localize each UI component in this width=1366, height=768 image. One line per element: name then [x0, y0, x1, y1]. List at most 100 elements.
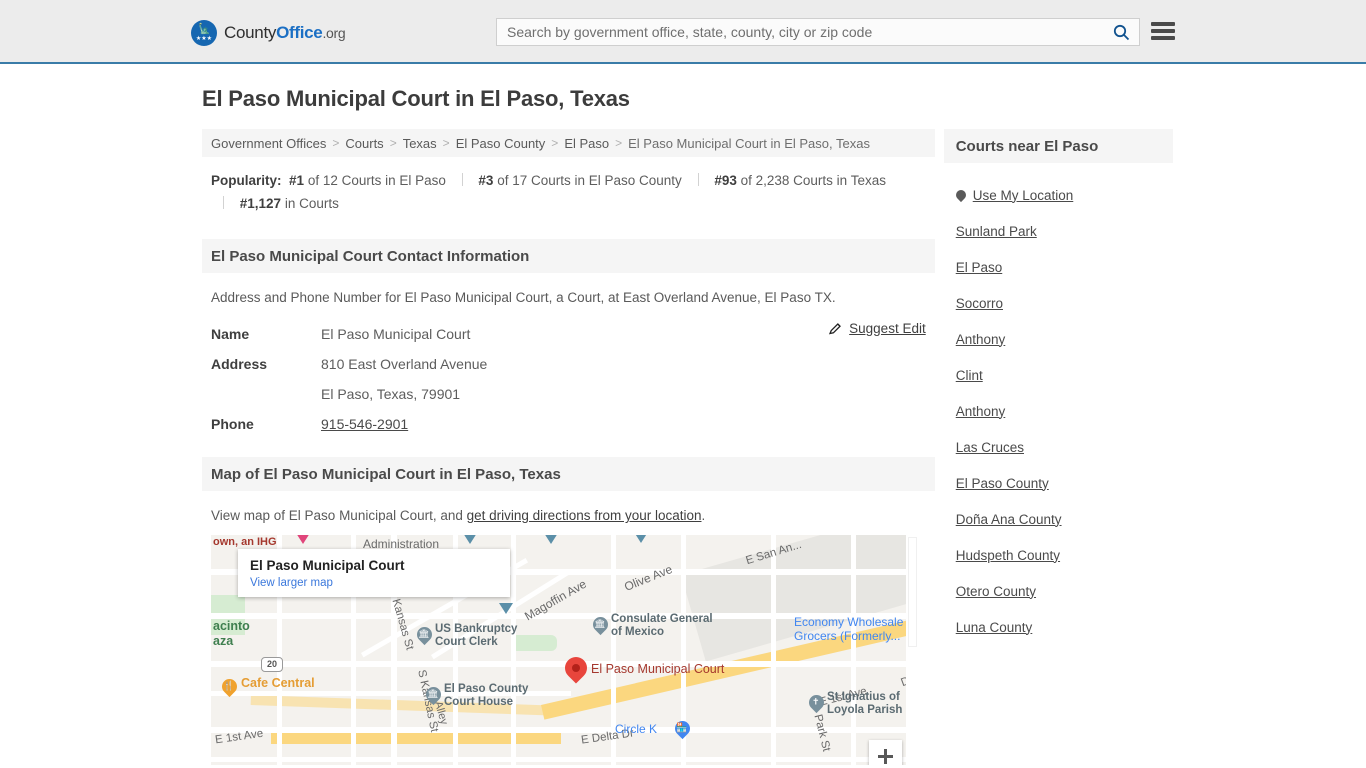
- logo-text-org: .org: [322, 25, 346, 41]
- map-triangle-marker: [499, 603, 513, 614]
- sidebar-item-las-cruces[interactable]: Las Cruces: [956, 429, 1161, 465]
- contact-value-address-line1: 810 East Overland Avenue: [321, 356, 488, 372]
- contact-row-address-line2: El Paso, Texas, 79901: [211, 379, 926, 409]
- map-triangle-marker: [463, 535, 477, 544]
- map-marker-label-el-paso-municipal-court: El Paso Municipal Court: [591, 662, 725, 676]
- map-road: [211, 757, 919, 762]
- map-section-description: View map of El Paso Municipal Court, and…: [202, 491, 935, 523]
- contact-label-address: Address: [211, 356, 268, 372]
- sidebar-link-11[interactable]: Luna County: [956, 620, 1033, 635]
- breadcrumb-item-0[interactable]: Government Offices: [211, 136, 326, 151]
- breadcrumb-separator: >: [551, 136, 559, 150]
- contact-section-heading: El Paso Municipal Court Contact Informat…: [202, 239, 935, 273]
- popularity-divider: [461, 173, 463, 186]
- search-button[interactable]: [1103, 19, 1139, 45]
- sidebar-link-9[interactable]: Hudspeth County: [956, 548, 1060, 563]
- breadcrumb: Government Offices > Courts > Texas > El…: [202, 129, 935, 157]
- popularity-divider: [697, 173, 699, 186]
- sidebar-link-2[interactable]: Socorro: [956, 296, 1003, 311]
- map-triangle-marker: [544, 535, 558, 544]
- sidebar-link-5[interactable]: Anthony: [956, 404, 1006, 419]
- popularity-item-3: #1,127 in Courts: [240, 196, 339, 211]
- sidebar-link-10[interactable]: Otero County: [956, 584, 1036, 599]
- sidebar-link-6[interactable]: Las Cruces: [956, 440, 1024, 455]
- site-logo[interactable]: 🗽 ★★★ CountyOffice.org: [191, 20, 346, 46]
- popularity-rank-3: #1,127: [239, 196, 282, 211]
- sidebar-link-8[interactable]: Doña Ana County: [956, 512, 1062, 527]
- contact-section-description: Address and Phone Number for El Paso Mun…: [211, 290, 836, 305]
- popularity-item-2: #93 of 2,238 Courts in Texas: [714, 173, 886, 188]
- map-zoom-in-button[interactable]: [869, 740, 902, 765]
- search-input[interactable]: [497, 19, 1103, 45]
- map-widget[interactable]: own, an IHG Administration acinto aza Ma…: [211, 535, 919, 765]
- contact-row-address: Address 810 East Overland Avenue: [211, 349, 926, 379]
- sidebar-item-otero-county[interactable]: Otero County: [956, 573, 1161, 609]
- logo-text-office: Office: [276, 23, 323, 42]
- popularity-text-1: of 17 Courts in El Paso County: [493, 173, 682, 188]
- edit-pencil-icon: [829, 323, 842, 335]
- sidebar-list: Use My Location Sunland Park El Paso Soc…: [944, 163, 1173, 645]
- breadcrumb-separator: >: [615, 136, 623, 150]
- search-bar[interactable]: [496, 18, 1140, 46]
- hamburger-menu-icon[interactable]: [1151, 20, 1175, 42]
- sidebar-item-luna-county[interactable]: Luna County: [956, 609, 1161, 645]
- popularity-rank-0: #1: [289, 173, 305, 188]
- map-route-shield: 20: [261, 657, 283, 672]
- sidebar-link-1[interactable]: El Paso: [956, 260, 1003, 275]
- sidebar-item-el-paso[interactable]: El Paso: [956, 249, 1161, 285]
- sidebar-item-hudspeth-county[interactable]: Hudspeth County: [956, 537, 1161, 573]
- suggest-edit-label: Suggest Edit: [849, 321, 926, 336]
- map-poi-consulate-general-of-mexico: Consulate General of Mexico: [611, 613, 713, 638]
- breadcrumb-separator: >: [389, 136, 397, 150]
- map-poi-el-paso-county-court-house: El Paso County Court House: [444, 683, 529, 708]
- hamburger-bar-2: [1151, 29, 1175, 33]
- sidebar-item-anthony-1[interactable]: Anthony: [956, 321, 1161, 357]
- eagle-crest-icon: 🗽 ★★★: [191, 20, 217, 46]
- breadcrumb-separator: >: [332, 136, 340, 150]
- popularity-label: Popularity:: [211, 173, 282, 188]
- main-column: Government Offices > Courts > Texas > El…: [202, 129, 935, 765]
- sidebar-item-socorro[interactable]: Socorro: [956, 285, 1161, 321]
- phone-link[interactable]: 915-546-2901: [321, 416, 408, 432]
- hamburger-bar-1: [1151, 22, 1175, 26]
- map-section-heading: Map of El Paso Municipal Court in El Pas…: [202, 457, 935, 491]
- sidebar-link-4[interactable]: Clint: [956, 368, 983, 383]
- sidebar-link-0[interactable]: Sunland Park: [956, 224, 1037, 239]
- map-label: aza: [213, 634, 234, 648]
- view-larger-map-link[interactable]: View larger map: [250, 577, 498, 589]
- sidebar-item-el-paso-county[interactable]: El Paso County: [956, 465, 1161, 501]
- sidebar-item-dona-ana-county[interactable]: Doña Ana County: [956, 501, 1161, 537]
- map-road: [771, 535, 776, 765]
- sidebar-item-use-my-location[interactable]: Use My Location: [953, 177, 1161, 213]
- map-poi-us-bankruptcy-court-clerk: US Bankruptcy Court Clerk: [435, 623, 518, 648]
- sidebar-link-3[interactable]: Anthony: [956, 332, 1006, 347]
- map-info-card[interactable]: El Paso Municipal Court View larger map: [238, 549, 510, 597]
- map-green-area: [511, 635, 557, 651]
- popularity-text-0: of 12 Courts in El Paso: [304, 173, 446, 188]
- sidebar-item-clint[interactable]: Clint: [956, 357, 1161, 393]
- sidebar-item-anthony-2[interactable]: Anthony: [956, 393, 1161, 429]
- map-scrollbar[interactable]: [906, 535, 919, 765]
- driving-directions-link[interactable]: get driving directions from your locatio…: [467, 508, 702, 523]
- suggest-edit-button[interactable]: Suggest Edit: [828, 321, 926, 336]
- popularity-text-3: in Courts: [281, 196, 339, 211]
- sidebar: Courts near El Paso Use My Location Sunl…: [943, 129, 1173, 645]
- breadcrumb-item-2[interactable]: Texas: [403, 136, 437, 151]
- breadcrumb-item-4[interactable]: El Paso: [564, 136, 609, 151]
- sidebar-link-7[interactable]: El Paso County: [956, 476, 1049, 491]
- sidebar-link-use-my-location[interactable]: Use My Location: [973, 188, 1074, 203]
- sidebar-item-sunland-park[interactable]: Sunland Park: [956, 213, 1161, 249]
- map-triangle-marker: [634, 535, 648, 543]
- sidebar-heading: Courts near El Paso: [943, 129, 1173, 163]
- map-label: own, an IHG: [213, 536, 277, 548]
- map-poi-st-ignatius-of-loyola-parish: St Ignatius of Loyola Parish: [827, 691, 903, 716]
- map-poi-circle-k: Circle K: [615, 722, 658, 736]
- breadcrumb-item-3[interactable]: El Paso County: [456, 136, 546, 151]
- search-icon: [1113, 24, 1129, 40]
- map-scrollbar-thumb[interactable]: [908, 537, 917, 647]
- breadcrumb-item-1[interactable]: Courts: [345, 136, 383, 151]
- popularity-text-2: of 2,238 Courts in Texas: [736, 173, 886, 188]
- content-container: El Paso Municipal Court in El Paso, Texa…: [193, 86, 1173, 765]
- map-road: [851, 535, 856, 765]
- popularity-rank-2: #93: [714, 173, 737, 188]
